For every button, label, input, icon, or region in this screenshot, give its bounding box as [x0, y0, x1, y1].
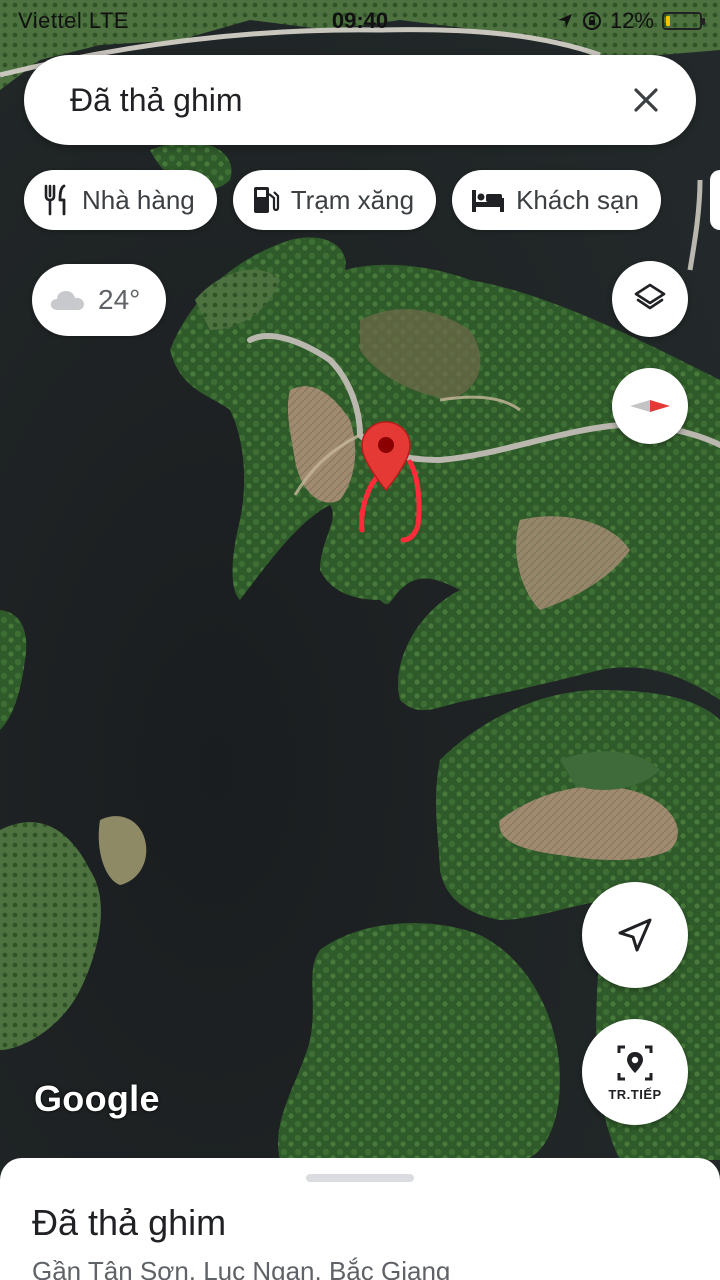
bottom-sheet[interactable]: Đã thả ghim Gần Tân Sơn, Lục Ngạn, Bắc G…	[0, 1158, 720, 1280]
location-arrow-icon	[557, 14, 572, 28]
hotel-icon	[472, 190, 505, 212]
my-location-button[interactable]	[582, 882, 688, 988]
restaurant-icon	[44, 184, 66, 216]
chip-label: Trạm xăng	[290, 184, 415, 215]
compass-button[interactable]	[612, 368, 688, 444]
status-bar: Viettel LTE 09:40 12%	[0, 0, 720, 40]
chip-hotels[interactable]: Khách sạn	[452, 170, 661, 230]
sheet-drag-handle[interactable]	[306, 1174, 414, 1182]
chip-more-partial[interactable]	[710, 170, 720, 230]
chip-label: Nhà hàng	[82, 184, 195, 215]
google-logo: Google	[34, 1078, 160, 1119]
place-title: Đã thả ghim	[32, 1202, 227, 1243]
chip-label: Khách sạn	[516, 184, 639, 215]
chip-gas-stations[interactable]: Trạm xăng	[232, 170, 437, 230]
live-view-pin-icon	[617, 1045, 653, 1080]
battery-icon	[662, 12, 705, 30]
search-title[interactable]: Đã thả ghim	[70, 82, 624, 119]
live-view-button[interactable]: TR.TIẾP	[582, 1019, 688, 1125]
navigation-arrow-icon	[618, 918, 652, 952]
category-chips: Nhà hàng Trạm xăng Khách sạn	[24, 170, 661, 230]
search-bar[interactable]: Đã thả ghim	[24, 55, 696, 145]
layers-button[interactable]	[612, 261, 688, 337]
chip-restaurants[interactable]: Nhà hàng	[24, 170, 217, 230]
close-icon[interactable]	[624, 78, 668, 122]
status-right-group: 12%	[556, 8, 705, 34]
gas-station-icon	[253, 187, 279, 213]
live-view-label: TR.TIẾP	[608, 1086, 662, 1102]
weather-badge[interactable]: 24°	[32, 264, 166, 336]
compass-icon	[630, 400, 670, 412]
cloud-icon	[50, 291, 84, 310]
place-address: Gần Tân Sơn, Lục Ngạn, Bắc Giang	[32, 1256, 451, 1280]
rotation-lock-icon	[582, 12, 601, 30]
layers-icon	[634, 283, 666, 310]
battery-percent: 12%	[609, 8, 654, 33]
battery-fill	[666, 16, 670, 26]
weather-temp: 24°	[98, 284, 141, 315]
